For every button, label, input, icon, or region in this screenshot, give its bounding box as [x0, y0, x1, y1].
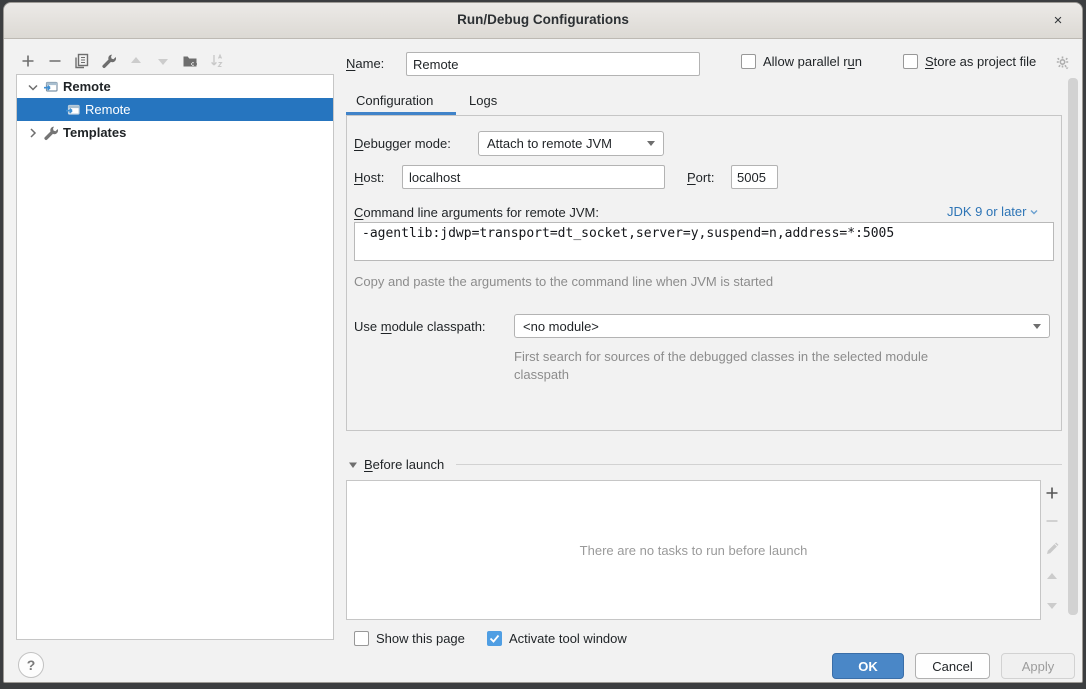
remote-config-icon [43, 79, 59, 95]
tab-configuration[interactable]: Configuration [356, 93, 433, 108]
command-line-args-label: Command line arguments for remote JVM: [354, 205, 599, 220]
templates-wrench-icon [43, 125, 59, 141]
vertical-scrollbar[interactable] [1068, 43, 1078, 643]
tree-item-remote-group[interactable]: Remote [17, 75, 333, 98]
sort-alpha-icon [209, 53, 225, 69]
checkbox-unchecked-icon[interactable] [903, 54, 918, 69]
debugger-mode-value: Attach to remote JVM [487, 136, 612, 151]
new-folder-icon[interactable] [182, 53, 198, 69]
tasks-toolbar [1045, 486, 1061, 614]
name-label: Name: [346, 56, 384, 71]
ok-button[interactable]: OK [832, 653, 904, 679]
port-label: Port: [687, 170, 714, 185]
task-down-icon [1045, 598, 1061, 614]
store-as-project-file-checkbox[interactable]: Store as project file [903, 54, 1036, 69]
jvm-arguments-field[interactable]: -agentlib:jdwp=transport=dt_socket,serve… [354, 222, 1054, 261]
activate-tool-window-checkbox[interactable]: Activate tool window [487, 631, 627, 646]
allow-parallel-run-label: Allow parallel run [763, 54, 862, 69]
collapse-triangle-icon[interactable] [348, 460, 358, 470]
host-input[interactable] [402, 165, 665, 189]
host-label: Host: [354, 170, 384, 185]
edit-templates-icon[interactable] [101, 53, 117, 69]
chevron-down-icon [1033, 324, 1041, 329]
tree-item-label: Remote [85, 102, 131, 117]
checkbox-checked-icon[interactable] [487, 631, 502, 646]
jdk-version-link[interactable]: JDK 9 or later [947, 204, 1038, 219]
edit-task-icon [1045, 542, 1061, 558]
allow-parallel-run-checkbox[interactable]: Allow parallel run [741, 54, 862, 69]
activate-tool-window-label: Activate tool window [509, 631, 627, 646]
section-divider [456, 464, 1062, 465]
copy-icon[interactable] [74, 53, 90, 69]
show-this-page-label: Show this page [376, 631, 465, 646]
tree-item-remote-selected[interactable]: Remote [17, 98, 333, 121]
add-icon[interactable] [20, 53, 36, 69]
help-button[interactable]: ? [18, 652, 44, 678]
move-down-icon [155, 53, 171, 69]
module-classpath-hint: First search for sources of the debugged… [514, 348, 960, 384]
tab-logs[interactable]: Logs [469, 93, 497, 108]
empty-tasks-text: There are no tasks to run before launch [580, 543, 808, 558]
configurations-toolbar [20, 51, 225, 71]
args-hint-text: Copy and paste the arguments to the comm… [354, 274, 773, 289]
port-input[interactable] [731, 165, 778, 189]
title-bar: Run/Debug Configurations × [4, 3, 1082, 39]
remove-task-icon [1045, 514, 1061, 530]
add-task-icon[interactable] [1045, 486, 1061, 502]
store-as-project-file-label: Store as project file [925, 54, 1036, 69]
checkbox-unchecked-icon[interactable] [354, 631, 369, 646]
chevron-right-icon[interactable] [25, 125, 41, 141]
apply-button: Apply [1001, 653, 1075, 679]
module-classpath-select[interactable]: <no module> [514, 314, 1050, 338]
before-launch-label[interactable]: Before launch [364, 457, 444, 472]
dialog-button-bar: ? OK Cancel Apply [4, 647, 1082, 683]
chevron-down-icon [647, 141, 655, 146]
before-launch-tasks-list[interactable]: There are no tasks to run before launch [346, 480, 1041, 620]
debugger-mode-label: Debugger mode: [354, 136, 451, 151]
remote-config-icon [65, 102, 81, 118]
tree-item-templates[interactable]: Templates [17, 121, 333, 144]
module-classpath-value: <no module> [523, 319, 599, 334]
debugger-mode-select[interactable]: Attach to remote JVM [478, 131, 664, 156]
move-up-icon [128, 53, 144, 69]
use-module-classpath-label: Use module classpath: [354, 319, 486, 334]
chevron-down-icon [1030, 208, 1038, 216]
task-up-icon [1045, 570, 1061, 586]
close-icon[interactable]: × [1048, 11, 1068, 31]
scrollbar-thumb[interactable] [1068, 78, 1078, 615]
checkbox-unchecked-icon[interactable] [741, 54, 756, 69]
cancel-button[interactable]: Cancel [915, 653, 990, 679]
show-this-page-checkbox[interactable]: Show this page [354, 631, 465, 646]
tree-item-label: Templates [63, 125, 126, 140]
chevron-down-icon[interactable] [25, 79, 41, 95]
tree-item-label: Remote [63, 79, 111, 94]
name-input[interactable] [406, 52, 700, 76]
dialog-title: Run/Debug Configurations [4, 12, 1082, 27]
configurations-tree: Remote Remote Templates [16, 74, 334, 640]
run-debug-configurations-dialog: Run/Debug Configurations × [3, 2, 1083, 683]
remove-icon[interactable] [47, 53, 63, 69]
